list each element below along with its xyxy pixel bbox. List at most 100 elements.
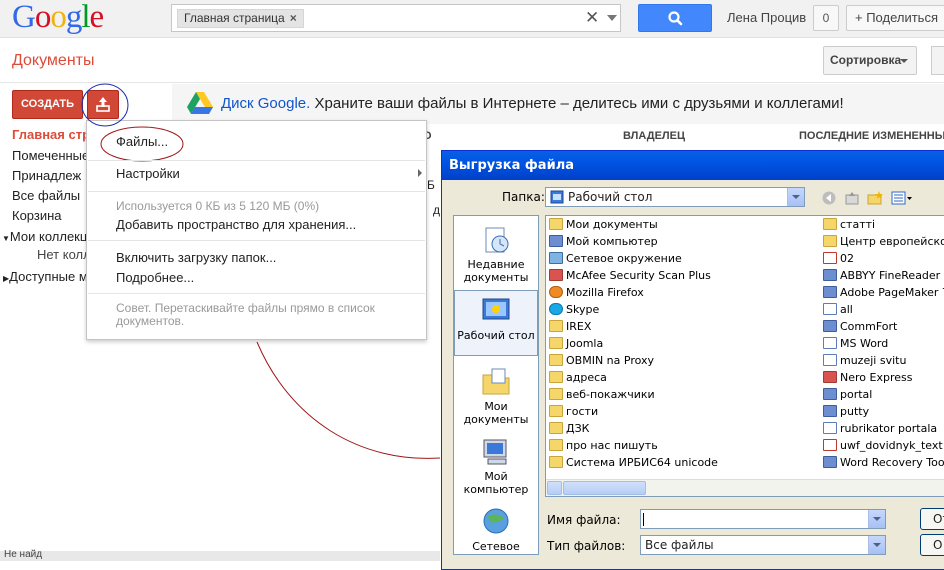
file-list-item[interactable]: portal (823, 388, 872, 405)
app-icon (549, 235, 563, 247)
folder-icon (549, 422, 563, 434)
places-bar: Недавние документы Рабочий стол Мои доку… (453, 215, 539, 555)
filetype-select[interactable]: Все файлы (640, 535, 886, 555)
search-options-dropdown-icon[interactable] (607, 15, 617, 21)
scroll-left-button[interactable] (547, 481, 562, 495)
file-list-item[interactable]: rubrikator portala (823, 422, 937, 439)
place-network[interactable]: Сетевое (454, 506, 538, 553)
file-list-item[interactable]: Мой компьютер (549, 235, 658, 252)
sidebar-item-trash[interactable]: Корзина (12, 208, 62, 223)
menu-item-more[interactable]: Подробнее... (116, 270, 194, 285)
file-list-item[interactable]: Joomla (549, 337, 603, 354)
table-row[interactable]: Б (427, 178, 435, 192)
create-button[interactable]: СОЗДАТЬ (12, 90, 83, 119)
file-list-item[interactable]: Система ИРБИС64 unicode (549, 456, 718, 473)
page-title[interactable]: Документы (12, 52, 94, 70)
file-list-item[interactable]: Nero Express (823, 371, 912, 388)
clear-search-icon[interactable]: ✕ (585, 8, 599, 28)
column-header-owner[interactable]: ВЛАДЕЛЕЦ (623, 130, 685, 142)
menu-tip-text: Совет. Перетаскивайте файлы прямо в спис… (116, 301, 375, 328)
file-list-item[interactable]: muzeji svitu (823, 354, 906, 371)
file-list-item[interactable]: Adobe PageMaker 7.0 (823, 286, 944, 303)
folder-icon (549, 388, 563, 400)
file-list-item[interactable]: McAfee Security Scan Plus (549, 269, 711, 286)
open-button[interactable]: От (920, 508, 944, 530)
view-menu-icon[interactable] (891, 191, 913, 205)
table-row[interactable]: д (433, 203, 440, 217)
file-list-item[interactable]: Центр европейской ин (823, 235, 944, 252)
annotation-ellipse (100, 126, 184, 162)
share-button[interactable]: + Поделиться (846, 5, 944, 31)
file-list-item[interactable]: ДЗК (549, 422, 589, 439)
horizontal-scrollbar[interactable] (546, 479, 944, 496)
new-folder-icon[interactable] (867, 191, 883, 205)
expand-down-icon[interactable]: ▼ (2, 234, 10, 243)
folder-select[interactable]: Рабочий стол (545, 187, 805, 207)
file-list-item[interactable]: all (823, 303, 853, 320)
search-input[interactable]: Главная страница × ✕ (171, 4, 621, 32)
notifications-count[interactable]: 0 (813, 5, 839, 31)
place-my-documents[interactable]: Мои документы (454, 366, 538, 426)
view-toggle-button[interactable] (931, 46, 944, 75)
up-folder-icon[interactable] (844, 191, 860, 205)
file-list-item[interactable]: CommFort (823, 320, 897, 337)
annotation-curve (256, 341, 441, 459)
chip-close-icon[interactable]: × (290, 11, 297, 25)
chevron-down-icon[interactable] (868, 510, 885, 528)
file-name: OBMIN na Proxy (566, 354, 655, 367)
file-list[interactable]: Мои документы Мой компьютер Сетевое окруже… (545, 215, 944, 497)
file-list-item[interactable]: putty (823, 405, 869, 422)
chevron-down-icon[interactable] (787, 188, 804, 206)
file-list-item[interactable]: Word Recovery Toolbo (823, 456, 944, 473)
file-list-item[interactable]: гости (549, 405, 598, 422)
cancel-button[interactable]: О (920, 534, 944, 556)
file-list-item[interactable]: адреса (549, 371, 607, 388)
menu-item-add-storage[interactable]: Добавить пространство для хранения... (116, 217, 356, 232)
file-list-item[interactable]: статті (823, 218, 875, 235)
google-logo[interactable]: Google (12, 0, 104, 36)
folder-icon (549, 371, 563, 383)
file-list-item[interactable]: Mozilla Firefox (549, 286, 644, 303)
file-name: putty (840, 405, 870, 418)
file-list-item[interactable]: Мои документы (549, 218, 658, 235)
file-list-item[interactable]: OBMIN na Proxy (549, 354, 654, 371)
menu-item-settings[interactable]: Настройки (116, 166, 180, 181)
place-recent-documents[interactable]: Недавние документы (454, 224, 538, 284)
back-icon[interactable] (821, 191, 837, 205)
chevron-down-icon[interactable] (868, 536, 885, 554)
place-my-computer[interactable]: Мой компьютер (454, 436, 538, 496)
file-list-item[interactable]: Сетевое окружение (549, 252, 682, 269)
chevron-down-icon (900, 59, 908, 63)
drive-link[interactable]: Диск Google. (221, 95, 310, 112)
banner-message: Храните ваши файлы в Интернете – делитес… (310, 95, 844, 112)
file-list-item[interactable]: MS Word (823, 337, 888, 354)
my-computer-icon (483, 439, 507, 465)
sidebar-item-home[interactable]: Главная стр (12, 127, 90, 142)
sidebar-item-shared[interactable]: ▶Доступные м (3, 269, 88, 284)
file-list-item[interactable]: uwf_dovidnyk_text (823, 439, 943, 456)
sort-button[interactable]: Сортировка (823, 46, 917, 75)
upload-menu: Файлы... Настройки Используется 0 КБ из … (86, 120, 427, 340)
sidebar-item-starred[interactable]: Помеченные (12, 148, 89, 163)
user-name[interactable]: Лена Процив (727, 10, 806, 25)
sidebar-item-owned[interactable]: Принадлеж (12, 168, 81, 183)
menu-item-enable-folder-upload[interactable]: Включить загрузку папок... (116, 250, 276, 265)
sidebar-item-my-collections[interactable]: ▼Мои коллекц (2, 229, 87, 244)
filename-input[interactable] (640, 509, 886, 529)
file-list-item[interactable]: Skype (549, 303, 599, 320)
search-button[interactable] (638, 4, 712, 32)
search-filter-chip[interactable]: Главная страница × (177, 9, 304, 28)
place-desktop[interactable]: Рабочий стол (454, 290, 538, 356)
file-list-item[interactable]: веб-покажчики (549, 388, 655, 405)
file-list-item[interactable]: про нас пишуть (549, 439, 658, 456)
file-list-item[interactable]: IREX (549, 320, 591, 337)
dialog-title-bar[interactable]: Выгрузка файла (442, 151, 944, 180)
column-header-modified[interactable]: ПОСЛЕДНИЕ ИЗМЕНЕННЫЕ (799, 130, 944, 142)
sort-label: Сортировка (830, 53, 902, 67)
filename-label: Имя файла: (547, 513, 621, 527)
scroll-thumb[interactable] (563, 481, 646, 495)
file-list-item[interactable]: 02 (823, 252, 854, 269)
place-label: Недавние документы (463, 258, 529, 284)
sidebar-item-all-files[interactable]: Все файлы (12, 188, 80, 203)
file-list-item[interactable]: ABBYY FineReader 9.0 (823, 269, 944, 286)
